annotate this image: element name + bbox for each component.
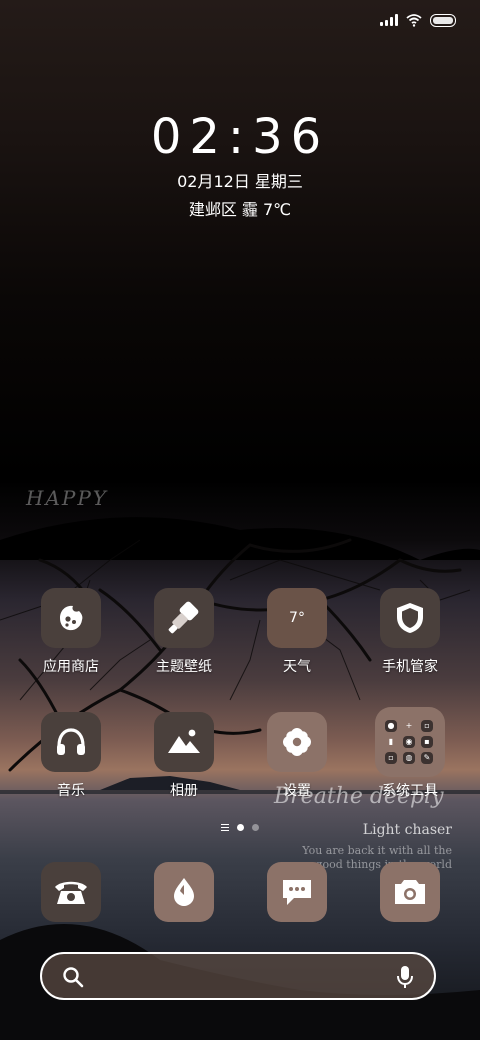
screenshot-icon: ▫ <box>385 752 397 764</box>
browser-icon <box>154 862 214 922</box>
folder-icon: ● + ▫ ▮ ◉ ▪ ▫ ◍ ✎ <box>375 707 445 777</box>
calculator-icon: ▪ <box>421 736 433 748</box>
battery-icon <box>430 13 456 27</box>
signal-icon <box>380 14 398 26</box>
music-app[interactable]: 音乐 <box>21 712 121 800</box>
headphones-icon <box>41 712 101 772</box>
app-label: 音乐 <box>57 783 85 799</box>
clock-widget[interactable]: 02:36 02月12日 星期三 建邺区 霾 7℃ <box>0 108 480 222</box>
theme-wallpaper-app[interactable]: 主题壁纸 <box>134 588 234 676</box>
dock-camera[interactable] <box>360 862 460 922</box>
weather-temp: 7° <box>289 610 305 626</box>
camera-icon <box>380 862 440 922</box>
gear-icon <box>267 712 327 772</box>
app-label: 手机管家 <box>382 659 438 675</box>
app-store-icon <box>41 588 101 648</box>
plus-icon: + <box>405 721 413 730</box>
message-icon <box>267 862 327 922</box>
phone-icon <box>41 862 101 922</box>
shield-icon <box>380 588 440 648</box>
clock-weather: 建邺区 霾 7℃ <box>188 200 292 219</box>
compass-icon: ◉ <box>403 736 415 748</box>
status-bar <box>380 10 456 30</box>
wallpaper-happy-text: HAPPY <box>26 486 109 510</box>
clock-date: 02月12日 星期三 <box>177 172 303 191</box>
page-indicator[interactable] <box>0 824 480 831</box>
scan-icon: ▫ <box>421 720 433 732</box>
dock-messages[interactable] <box>247 862 347 922</box>
record-icon: ● <box>385 720 397 732</box>
mic-small-icon: ▮ <box>388 737 394 746</box>
gallery-icon <box>154 712 214 772</box>
weather-app[interactable]: 7° 天气 <box>247 588 347 676</box>
dock-browser[interactable] <box>134 862 234 922</box>
note-icon: ✎ <box>421 752 433 764</box>
wifi-icon <box>406 14 422 27</box>
search-bar[interactable] <box>40 952 436 1000</box>
globe-icon: ◍ <box>403 752 415 764</box>
app-label: 天气 <box>283 659 311 675</box>
page-list-icon[interactable] <box>221 824 229 831</box>
security-app[interactable]: 手机管家 <box>360 588 460 676</box>
app-label: 应用商店 <box>43 659 99 675</box>
app-store[interactable]: 应用商店 <box>21 588 121 676</box>
microphone-icon[interactable] <box>396 965 414 993</box>
search-icon[interactable] <box>62 966 84 992</box>
theme-brush-icon <box>154 588 214 648</box>
app-label: 主题壁纸 <box>156 659 212 675</box>
page-dot-active[interactable] <box>237 824 244 831</box>
weather-icon: 7° <box>267 588 327 648</box>
page-dot[interactable] <box>252 824 259 831</box>
gallery-app[interactable]: 相册 <box>134 712 234 800</box>
clock-time: 02:36 <box>150 109 330 165</box>
wallpaper-quote-title: Breathe deeply <box>274 784 444 809</box>
dock-phone[interactable] <box>21 862 121 922</box>
app-label: 相册 <box>170 783 198 799</box>
